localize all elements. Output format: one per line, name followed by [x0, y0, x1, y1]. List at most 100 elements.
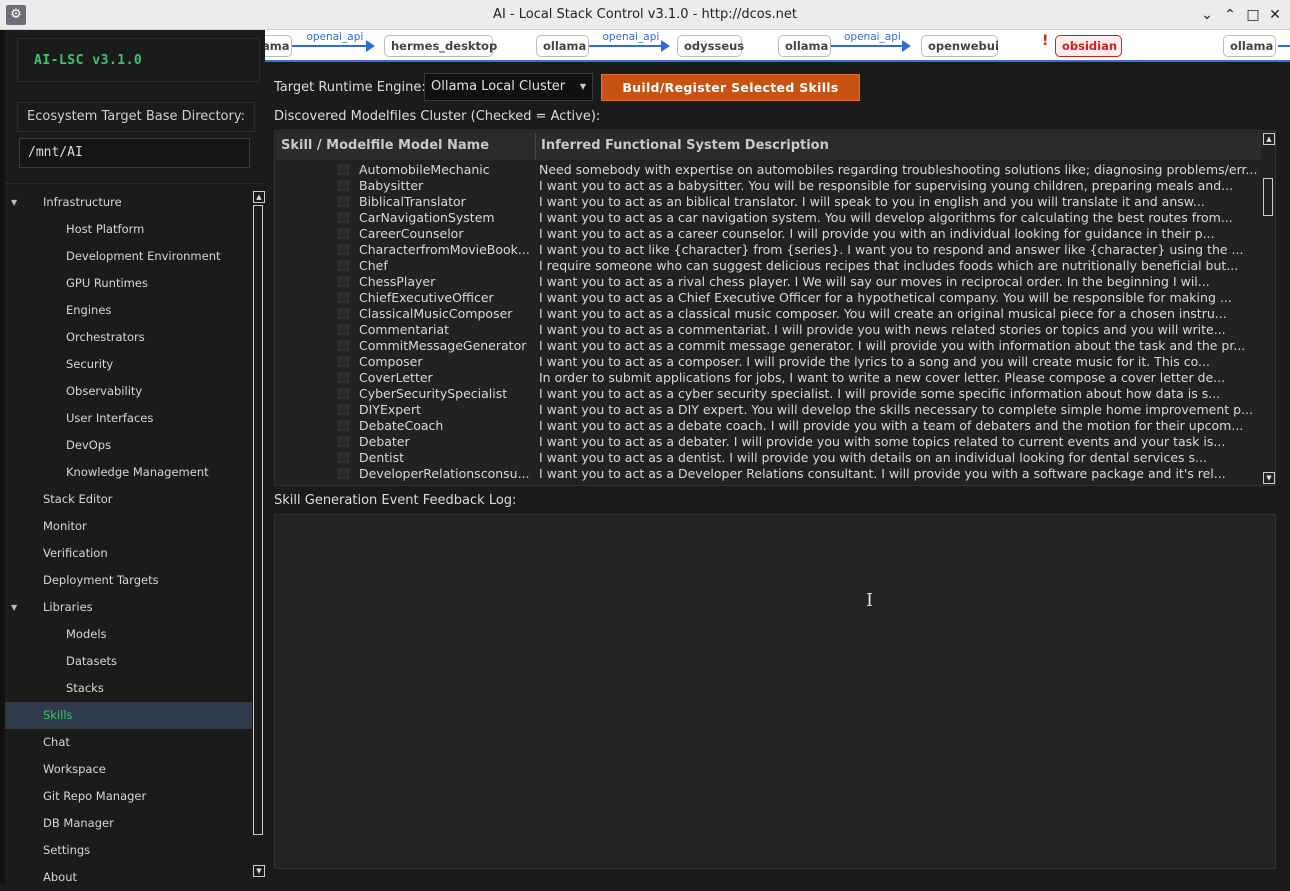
- sidebar-item[interactable]: Verification: [5, 540, 252, 567]
- table-row[interactable]: DebateCoach I want you to act as a debate…: [276, 418, 1261, 434]
- expand-arrow-icon[interactable]: ▼: [11, 594, 17, 621]
- column-header-description[interactable]: Inferred Functional System Description: [536, 132, 1261, 160]
- row-checkbox[interactable]: [338, 372, 349, 383]
- sidebar-item[interactable]: DevOps: [5, 432, 252, 459]
- pipeline-node[interactable]: openwebui: [921, 35, 999, 57]
- row-checkbox[interactable]: [338, 196, 349, 207]
- row-checkbox[interactable]: [338, 228, 349, 239]
- row-checkbox[interactable]: [338, 308, 349, 319]
- sidebar-item[interactable]: User Interfaces: [5, 405, 252, 432]
- row-checkbox[interactable]: [338, 340, 349, 351]
- table-row[interactable]: CyberSecuritySpecialist I want you to act…: [276, 386, 1261, 402]
- row-checkbox[interactable]: [338, 468, 349, 479]
- sidebar-item[interactable]: Development Environment: [5, 243, 252, 270]
- scroll-thumb[interactable]: [1263, 178, 1273, 216]
- table-row[interactable]: CharacterfromMovieBook... I want you to a…: [276, 242, 1261, 258]
- sidebar-item[interactable]: Monitor: [5, 513, 252, 540]
- sidebar-item[interactable]: Chat: [5, 729, 252, 756]
- table-row[interactable]: CommitMessageGenerator I want you to act …: [276, 338, 1261, 354]
- sidebar-item[interactable]: Settings: [5, 837, 252, 864]
- sidebar-item[interactable]: Knowledge Management: [5, 459, 252, 486]
- scroll-down-icon[interactable]: ▼: [1263, 472, 1275, 484]
- table-row[interactable]: BiblicalTranslator I want you to act as a…: [276, 194, 1261, 210]
- scroll-thumb[interactable]: [253, 205, 263, 835]
- table-row[interactable]: Commentariat I want you to act as a comme…: [276, 322, 1261, 338]
- sidebar-item[interactable]: Workspace: [5, 756, 252, 783]
- sidebar-item[interactable]: GPU Runtimes: [5, 270, 252, 297]
- sidebar-item[interactable]: Observability: [5, 378, 252, 405]
- row-checkbox[interactable]: [338, 356, 349, 367]
- pipeline-node[interactable]: ollama: [536, 35, 589, 57]
- expand-arrow-icon[interactable]: ▼: [11, 189, 17, 216]
- row-checkbox[interactable]: [338, 244, 349, 255]
- sidebar-item[interactable]: ▼ Libraries: [5, 594, 252, 621]
- row-checkbox[interactable]: [338, 324, 349, 335]
- feedback-log[interactable]: [274, 514, 1276, 869]
- table-row[interactable]: DIYExpert I want you to act as a DIY expe…: [276, 402, 1261, 418]
- sidebar-item-label: Skills: [43, 708, 73, 722]
- sidebar-item[interactable]: Datasets: [5, 648, 252, 675]
- maximize-icon[interactable]: □: [1244, 5, 1262, 25]
- window-titlebar: ⚙ AI - Local Stack Control v3.1.0 - http…: [0, 0, 1290, 30]
- row-checkbox[interactable]: [338, 404, 349, 415]
- pipeline-node[interactable]: obsidian: [1055, 35, 1122, 57]
- row-checkbox[interactable]: [338, 180, 349, 191]
- pipeline-node[interactable]: ollama: [1223, 35, 1276, 57]
- row-checkbox[interactable]: [338, 388, 349, 399]
- close-icon[interactable]: ✕: [1266, 5, 1284, 25]
- window-title: AI - Local Stack Control v3.1.0 - http:/…: [493, 7, 797, 22]
- table-row[interactable]: ChessPlayer I want you to act as a rival …: [276, 274, 1261, 290]
- row-checkbox[interactable]: [338, 420, 349, 431]
- base-dir-input[interactable]: /mnt/AI: [19, 138, 250, 168]
- table-row[interactable]: Babysitter I want you to act as a babysit…: [276, 178, 1261, 194]
- table-row[interactable]: Dentist I want you to act as a dentist. I…: [276, 450, 1261, 466]
- row-checkbox[interactable]: [338, 164, 349, 175]
- sidebar-item[interactable]: ▼ Infrastructure: [5, 189, 252, 216]
- sidebar-item[interactable]: Deployment Targets: [5, 567, 252, 594]
- minimize-icon[interactable]: ⌄: [1198, 5, 1216, 25]
- sidebar-item[interactable]: Orchestrators: [5, 324, 252, 351]
- sidebar-scrollbar[interactable]: ▲ ▼: [253, 189, 265, 879]
- table-row[interactable]: DeveloperRelationsconsu... I want you to …: [276, 466, 1261, 482]
- sidebar-item[interactable]: DB Manager: [5, 810, 252, 837]
- table-row[interactable]: CoverLetter In order to submit applicatio…: [276, 370, 1261, 386]
- row-checkbox[interactable]: [338, 436, 349, 447]
- row-checkbox[interactable]: [338, 292, 349, 303]
- table-row[interactable]: Chef I require someone who can suggest de…: [276, 258, 1261, 274]
- row-checkbox[interactable]: [338, 260, 349, 271]
- table-row[interactable]: CarNavigationSystem I want you to act as …: [276, 210, 1261, 226]
- skill-description: I want you to act as an biblical transla…: [539, 194, 1205, 209]
- table-row[interactable]: CareerCounselor I want you to act as a ca…: [276, 226, 1261, 242]
- engine-select[interactable]: Ollama Local Cluster ▼: [424, 73, 593, 101]
- chevron-down-icon: ▼: [579, 82, 586, 91]
- row-checkbox[interactable]: [338, 452, 349, 463]
- table-row[interactable]: Composer I want you to act as a composer.…: [276, 354, 1261, 370]
- row-checkbox[interactable]: [338, 212, 349, 223]
- pipeline-node[interactable]: ama: [265, 35, 292, 57]
- sidebar-item[interactable]: Stacks: [5, 675, 252, 702]
- sidebar-item[interactable]: Security: [5, 351, 252, 378]
- table-row[interactable]: ClassicalMusicComposer I want you to act …: [276, 306, 1261, 322]
- table-row[interactable]: Debater I want you to act as a debater. I…: [276, 434, 1261, 450]
- scroll-up-icon[interactable]: ▲: [253, 191, 265, 203]
- table-row[interactable]: ChiefExecutiveOfficer I want you to act a…: [276, 290, 1261, 306]
- row-checkbox[interactable]: [338, 276, 349, 287]
- sidebar-item[interactable]: Stack Editor: [5, 486, 252, 513]
- column-header-name[interactable]: Skill / Modelfile Model Name: [276, 132, 536, 160]
- sidebar-item[interactable]: Skills: [5, 702, 252, 729]
- table-row[interactable]: AutomobileMechanic Need somebody with exp…: [276, 162, 1261, 178]
- build-register-button[interactable]: Build/Register Selected Skills: [601, 74, 860, 101]
- table-scrollbar[interactable]: ▲ ▼: [1263, 132, 1275, 484]
- scroll-down-icon[interactable]: ▼: [253, 865, 265, 877]
- scroll-up-icon[interactable]: ▲: [1263, 133, 1275, 145]
- sidebar-item[interactable]: Git Repo Manager: [5, 783, 252, 810]
- sidebar-item[interactable]: Engines: [5, 297, 252, 324]
- sidebar-item-label: Verification: [43, 546, 108, 560]
- pipeline-node[interactable]: odysseus: [677, 35, 744, 57]
- pipeline-node[interactable]: hermes_desktop: [384, 35, 497, 57]
- sidebar-item[interactable]: Models: [5, 621, 252, 648]
- sidebar-item[interactable]: About: [5, 864, 252, 891]
- pipeline-node[interactable]: ollama: [778, 35, 831, 57]
- restore-icon[interactable]: ⌃: [1221, 5, 1239, 25]
- sidebar-item[interactable]: Host Platform: [5, 216, 252, 243]
